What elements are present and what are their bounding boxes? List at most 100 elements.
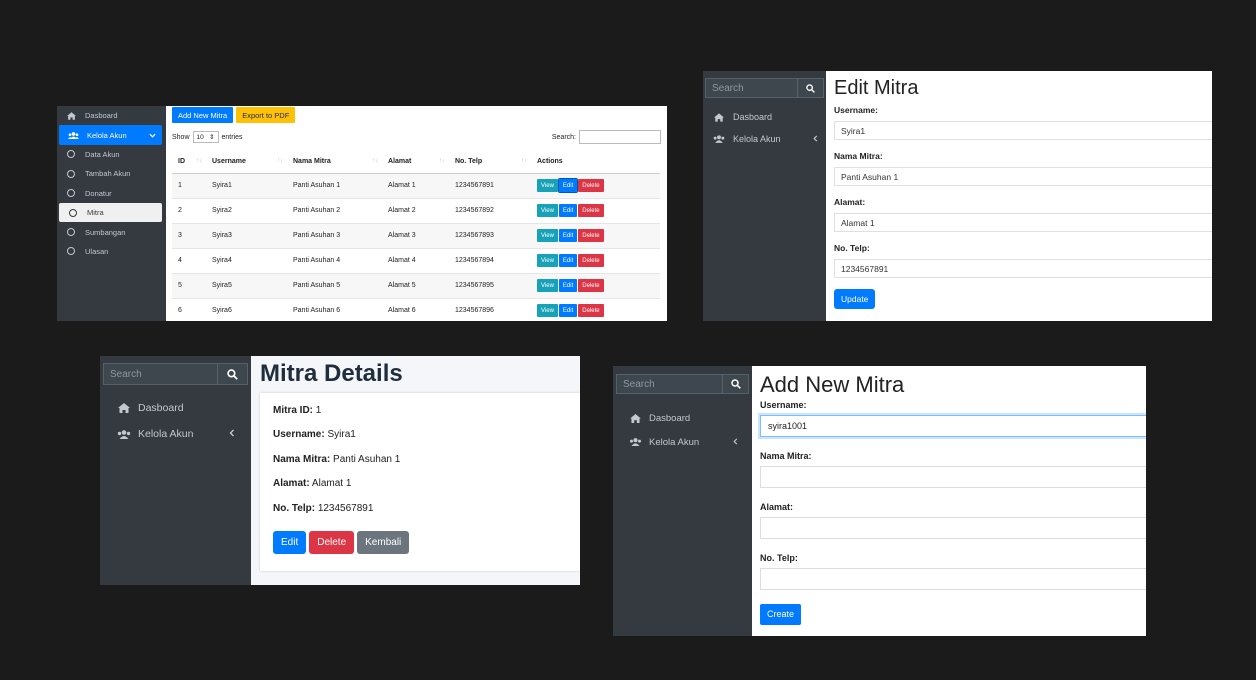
delete-button[interactable]: Delete xyxy=(578,229,604,242)
view-button[interactable]: View xyxy=(537,204,558,217)
users-icon xyxy=(116,429,132,439)
cell-telp: 1234567896 xyxy=(449,298,531,321)
view-button[interactable]: View xyxy=(537,229,558,242)
sidebar-item-dashboard[interactable]: Dasboard xyxy=(613,406,752,430)
sidebar-item-label: Ulasan xyxy=(85,246,109,256)
detail-label: Mitra ID: xyxy=(273,405,313,416)
delete-button[interactable]: Delete xyxy=(578,304,604,317)
delete-button[interactable]: Delete xyxy=(309,530,355,554)
cell-nama: Panti Asuhan 2 xyxy=(287,198,382,224)
sidebar-item-label: Dasboard xyxy=(733,112,773,122)
sidebar-item-kelola-akun[interactable]: Kelola Akun xyxy=(59,125,162,145)
edit-button[interactable]: Edit xyxy=(557,178,579,193)
delete-button[interactable]: Delete xyxy=(578,279,604,292)
edit-button[interactable]: Edit xyxy=(558,304,578,317)
sidebar-item-label: Dasboard xyxy=(85,111,118,121)
sidebar-item-dashboard[interactable]: Dasboard xyxy=(57,106,166,125)
column-header[interactable]: Nama Mitra ↑↓ xyxy=(287,150,382,174)
detail-row-no-telp: No. Telp: 1234567891 xyxy=(273,503,567,527)
username-field[interactable]: syira1001 xyxy=(760,415,1146,437)
create-button[interactable]: Create xyxy=(760,603,802,625)
sidebar-item-label: Dasboard xyxy=(649,412,691,424)
delete-button[interactable]: Delete xyxy=(578,254,604,267)
view-button[interactable]: View xyxy=(537,304,558,317)
cell-nama: Panti Asuhan 4 xyxy=(287,248,382,274)
sidebar-search-input[interactable]: Search xyxy=(616,374,723,394)
no-telp-label: No. Telp: xyxy=(834,243,870,253)
sidebar-search: Search xyxy=(616,374,749,394)
detail-value: Syira1 xyxy=(327,429,356,441)
chevron-left-icon xyxy=(229,428,235,440)
cell-id: 5 xyxy=(172,273,206,299)
sidebar-item-kelola-akun[interactable]: Kelola Akun xyxy=(703,128,826,150)
sidebar-item-label: Kelola Akun xyxy=(87,130,127,140)
column-header[interactable]: No. Telp ↑↓ xyxy=(449,150,531,174)
edit-button[interactable]: Edit xyxy=(558,204,578,217)
sidebar-item-data-akun[interactable]: Data Akun xyxy=(57,145,166,164)
delete-button[interactable]: Delete xyxy=(578,204,604,217)
circle-icon xyxy=(67,189,75,198)
circle-icon xyxy=(67,228,75,237)
column-header[interactable]: ID ↑↓ xyxy=(172,150,206,174)
entries-length-control: Show 10 ⇕ entries xyxy=(172,131,243,143)
sidebar-item-tambah-akun[interactable]: Tambah Akun xyxy=(57,164,166,183)
nama-mitra-field[interactable] xyxy=(760,466,1146,488)
search-input[interactable] xyxy=(579,130,661,144)
search-button[interactable] xyxy=(798,78,824,98)
sidebar-item-dashboard[interactable]: Dasboard xyxy=(100,395,251,421)
username-field[interactable]: Syira1 xyxy=(834,121,1212,140)
column-header[interactable]: Username ↑↓ xyxy=(206,150,287,174)
column-header[interactable]: Alamat ↑↓ xyxy=(382,150,449,174)
sidebar-item-kelola-akun[interactable]: Kelola Akun xyxy=(100,421,251,447)
sidebar-item-dashboard[interactable]: Dasboard xyxy=(703,106,826,128)
toolbar: Add New Mitra Export to PDF xyxy=(172,107,296,123)
add-new-mitra-button[interactable]: Add New Mitra xyxy=(172,107,234,123)
cell-actions: View Edit Delete xyxy=(531,173,660,199)
edit-button[interactable]: Edit xyxy=(558,279,578,292)
sidebar-item-label: Donatur xyxy=(85,188,112,198)
sidebar-search: Search xyxy=(103,363,248,385)
alamat-field[interactable] xyxy=(760,517,1146,539)
update-button[interactable]: Update xyxy=(834,289,876,309)
sidebar-item-ulasan[interactable]: Ulasan xyxy=(57,242,166,261)
entries-select-value: 10 xyxy=(196,133,204,141)
table-search: Search: xyxy=(552,130,661,144)
search-button[interactable] xyxy=(723,374,749,394)
cell-nama: Panti Asuhan 5 xyxy=(287,273,382,299)
detail-label: Username: xyxy=(273,429,325,441)
sidebar-item-kelola-akun[interactable]: Kelola Akun xyxy=(613,430,752,454)
nama-mitra-field[interactable]: Panti Asuhan 1 xyxy=(834,167,1212,186)
edit-button[interactable]: Edit xyxy=(558,254,578,267)
alamat-label: Alamat: xyxy=(834,197,866,207)
main-content: Mitra Details Mitra ID: 1 Username: Syir… xyxy=(251,356,580,585)
main-content: Add New Mitra Username: syira1001 Nama M… xyxy=(752,366,1146,636)
main-content: Add New Mitra Export to PDF Show 10 ⇕ en… xyxy=(166,106,667,321)
view-button[interactable]: View xyxy=(537,179,558,192)
sidebar-search-input[interactable]: Search xyxy=(103,363,218,385)
view-button[interactable]: View xyxy=(537,279,558,292)
search-button[interactable] xyxy=(218,363,248,385)
sidebar-search-input[interactable]: Search xyxy=(705,78,798,98)
sidebar-item-donatur[interactable]: Donatur xyxy=(57,184,166,203)
users-icon xyxy=(627,438,643,446)
edit-button[interactable]: Edit xyxy=(558,229,578,242)
no-telp-field[interactable] xyxy=(760,568,1146,590)
sidebar-item-sumbangan[interactable]: Sumbangan xyxy=(57,222,166,241)
alamat-field[interactable]: Alamat 1 xyxy=(834,213,1212,232)
export-pdf-button[interactable]: Export to PDF xyxy=(236,107,296,123)
entries-select[interactable]: 10 ⇕ xyxy=(192,131,219,143)
edit-button[interactable]: Edit xyxy=(273,530,307,554)
back-button[interactable]: Kembali xyxy=(357,530,410,554)
no-telp-field[interactable]: 1234567891 xyxy=(834,259,1212,278)
delete-button[interactable]: Delete xyxy=(578,179,604,192)
cell-id: 2 xyxy=(172,198,206,224)
cell-alamat: Alamat 5 xyxy=(382,273,449,299)
chevron-down-icon xyxy=(149,131,156,140)
home-icon xyxy=(711,112,727,122)
sidebar: Search Dasboard Kelola Akun xyxy=(613,366,752,636)
view-button[interactable]: View xyxy=(537,254,558,267)
sidebar-item-label: Kelola Akun xyxy=(138,428,194,440)
cell-username: Syira4 xyxy=(206,248,287,274)
sidebar-item-label: Kelola Akun xyxy=(733,134,781,144)
sidebar-item-mitra[interactable]: Mitra xyxy=(59,202,162,223)
